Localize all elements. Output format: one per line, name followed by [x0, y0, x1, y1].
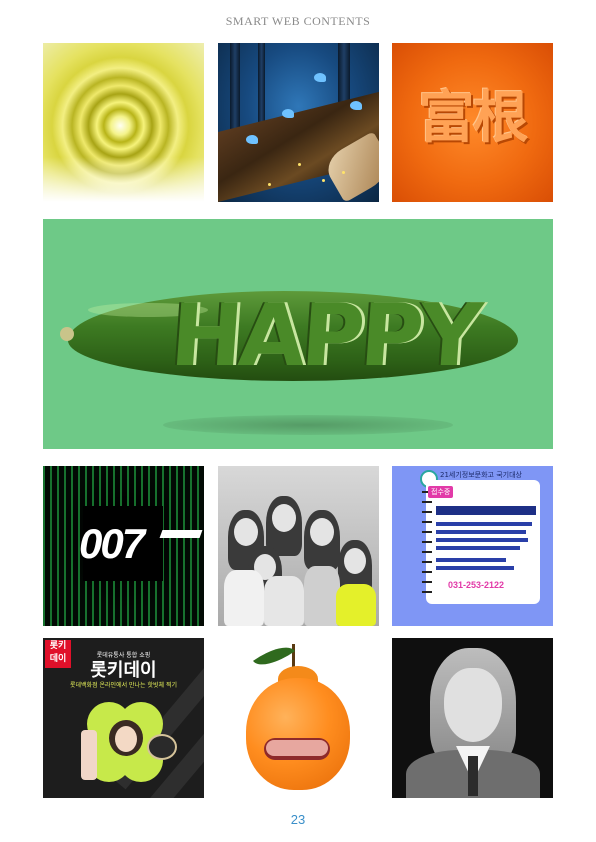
chinese-characters-text: 富根 [418, 86, 529, 151]
flyer-school-name: 21세기정보문화고 국기대상 [440, 471, 522, 479]
fruit-face-image [218, 638, 379, 798]
lotte-ad-image: 롯키 데이 롯데유통사 통합 쇼핑 롯키데이 롯데백화점 온라인에서 만나는 핫… [43, 638, 204, 798]
forest-butterfly-image [218, 43, 379, 202]
portrait-image [392, 638, 553, 798]
school-flyer-image: 21세기정보문화고 국기대상 접수중 031-253-2122 [392, 466, 553, 626]
orange-chinese-characters-image: 富根 [392, 43, 553, 202]
lotte-title: 롯키데이 [90, 660, 157, 681]
flyer-phone: 031-253-2122 [448, 580, 505, 590]
group-photo-image [218, 466, 379, 626]
lotte-tagline: 롯데백화점 온라인에서 만나는 핫빗체 찍기 [70, 682, 177, 689]
happy-cucumber-banner: HAPPY [43, 219, 553, 449]
page-header: SMART WEB CONTENTS [225, 14, 371, 28]
yellow-swirl-image [43, 43, 204, 202]
007-logo: 007 [79, 520, 145, 567]
flyer-tag: 접수중 [428, 486, 454, 498]
bond-007-image: 007 [43, 466, 204, 626]
happy-word: HAPPY [167, 286, 482, 386]
gun-icon [159, 530, 203, 538]
page-number: 23 [290, 812, 306, 827]
spiral-binding [422, 488, 432, 600]
